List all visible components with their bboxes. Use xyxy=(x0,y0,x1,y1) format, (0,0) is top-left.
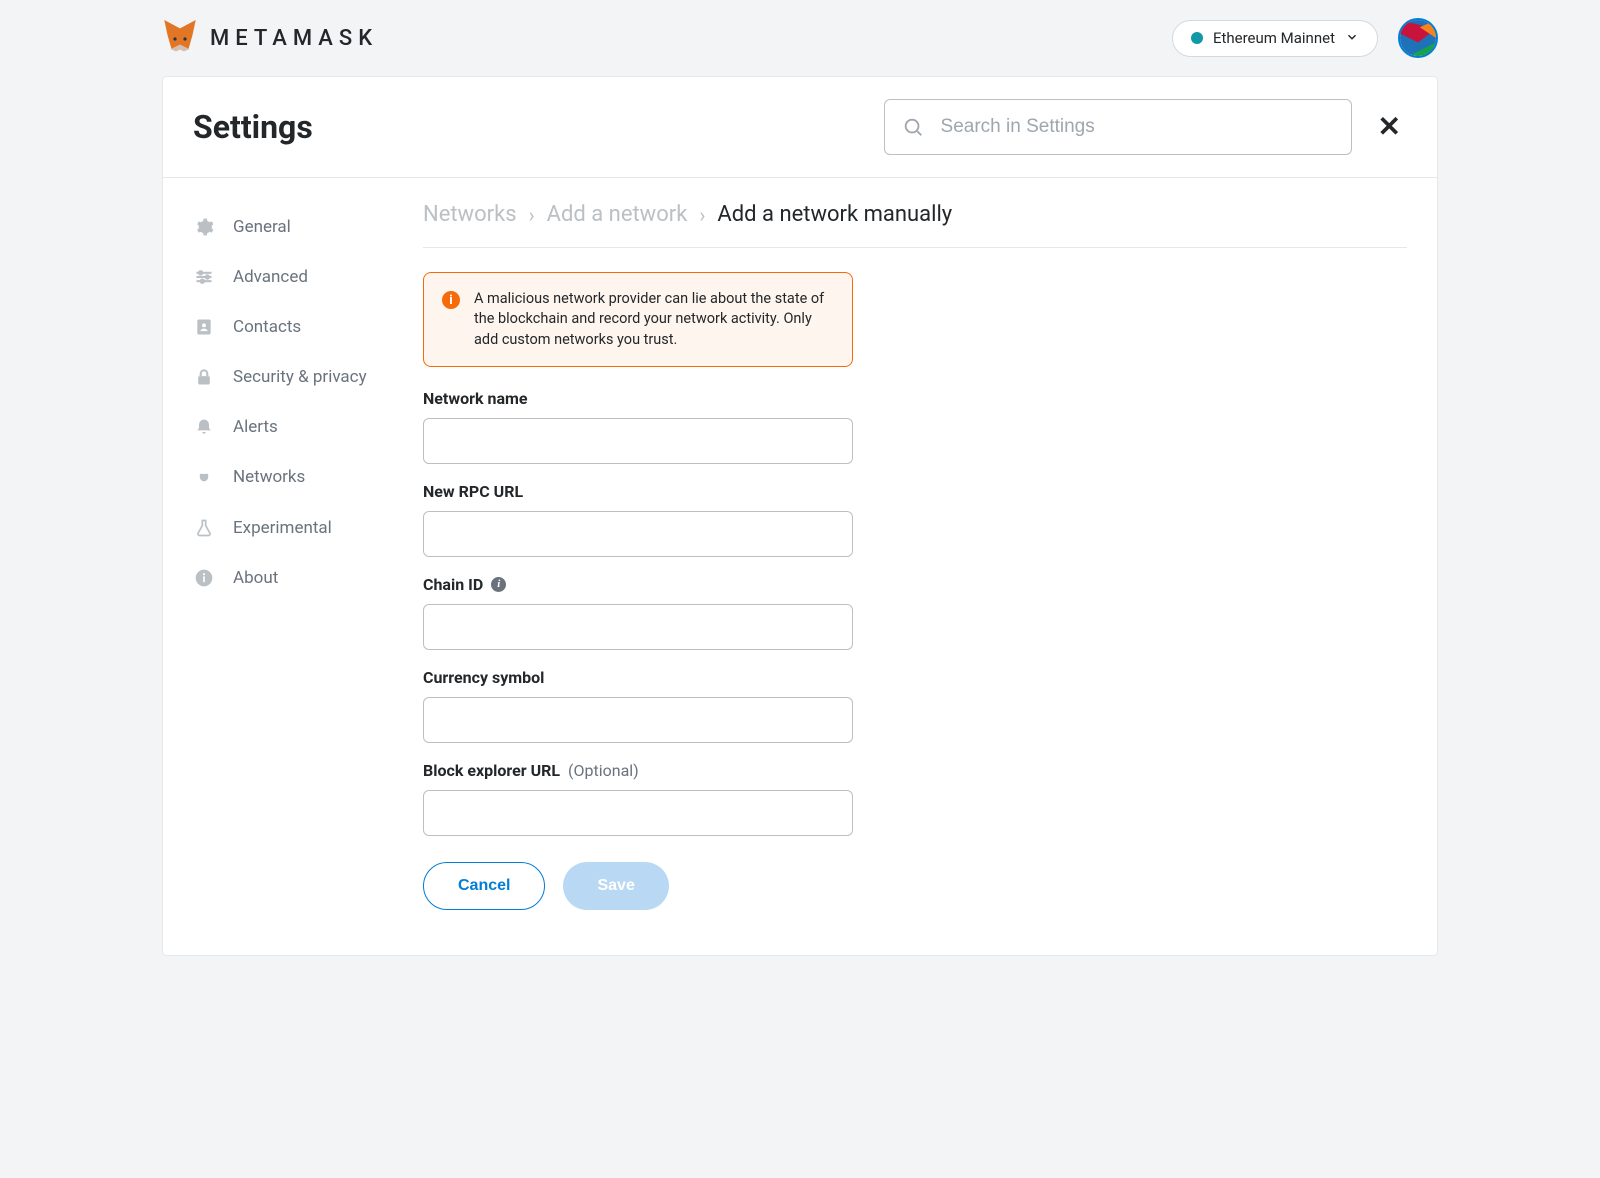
breadcrumb-link-add-network[interactable]: Add a network xyxy=(547,202,688,227)
network-selector[interactable]: Ethereum Mainnet xyxy=(1172,20,1378,57)
topbar: METAMASK Ethereum Mainnet xyxy=(162,10,1438,76)
page-title: Settings xyxy=(193,108,313,146)
network-label: Ethereum Mainnet xyxy=(1213,29,1335,47)
sidebar-item-contacts[interactable]: Contacts xyxy=(193,302,383,352)
network-status-dot-icon xyxy=(1191,32,1203,44)
field-currency-symbol: Currency symbol xyxy=(423,668,853,743)
warning-info-icon: i xyxy=(442,291,460,309)
brand-name: METAMASK xyxy=(210,26,378,51)
info-tooltip-icon[interactable]: i xyxy=(491,577,506,592)
sidebar-item-networks[interactable]: Networks xyxy=(193,452,383,502)
sidebar-item-label: Networks xyxy=(233,466,305,488)
close-icon: ✕ xyxy=(1378,110,1401,143)
warning-banner: i A malicious network provider can lie a… xyxy=(423,272,853,367)
flask-icon xyxy=(193,518,215,538)
sidebar-item-label: Advanced xyxy=(233,266,308,288)
sidebar-item-general[interactable]: General xyxy=(193,202,383,252)
add-network-form: Network name New RPC URL Chain ID i xyxy=(423,389,853,910)
field-optional-hint: (Optional) xyxy=(568,761,639,780)
cancel-button[interactable]: Cancel xyxy=(423,862,545,910)
settings-search xyxy=(884,99,1352,155)
sidebar-item-advanced[interactable]: Advanced xyxy=(193,252,383,302)
account-avatar[interactable] xyxy=(1398,18,1438,58)
breadcrumb-link-networks[interactable]: Networks xyxy=(423,202,517,227)
sidebar-item-label: Security & privacy xyxy=(233,366,367,388)
sliders-icon xyxy=(193,267,215,287)
brand: METAMASK xyxy=(162,19,378,57)
field-label: Currency symbol xyxy=(423,668,544,687)
field-label: New RPC URL xyxy=(423,482,523,501)
sidebar-item-label: About xyxy=(233,567,278,589)
sidebar-item-label: Experimental xyxy=(233,517,332,539)
chevron-down-icon xyxy=(1345,29,1359,48)
sidebar-item-experimental[interactable]: Experimental xyxy=(193,503,383,553)
form-actions: Cancel Save xyxy=(423,862,853,910)
gear-icon xyxy=(193,217,215,237)
network-name-input[interactable] xyxy=(423,418,853,464)
field-label: Chain ID xyxy=(423,575,483,594)
settings-panel-header: Settings ✕ xyxy=(163,77,1437,178)
rpc-url-input[interactable] xyxy=(423,511,853,557)
search-icon xyxy=(902,116,924,138)
plug-icon xyxy=(193,468,215,488)
sidebar-item-label: General xyxy=(233,216,291,238)
field-label: Block explorer URL xyxy=(423,761,560,780)
sidebar-item-security[interactable]: Security & privacy xyxy=(193,352,383,402)
sidebar-item-about[interactable]: About xyxy=(193,553,383,603)
settings-sidebar: General Advanced Contacts Security & pri… xyxy=(193,202,383,910)
bell-icon xyxy=(193,417,215,437)
info-icon xyxy=(193,568,215,588)
settings-panel: Settings ✕ General Advanced xyxy=(162,76,1438,956)
breadcrumb-current: Add a network manually xyxy=(717,202,952,227)
sidebar-item-label: Alerts xyxy=(233,416,278,438)
field-chain-id: Chain ID i xyxy=(423,575,853,650)
close-button[interactable]: ✕ xyxy=(1372,113,1407,141)
field-label: Network name xyxy=(423,389,528,408)
chevron-right-icon: › xyxy=(699,203,705,227)
settings-content: Networks › Add a network › Add a network… xyxy=(423,202,1407,910)
currency-symbol-input[interactable] xyxy=(423,697,853,743)
fox-logo-icon xyxy=(162,19,198,57)
lock-icon xyxy=(193,367,215,387)
save-button[interactable]: Save xyxy=(563,862,668,910)
field-explorer-url: Block explorer URL (Optional) xyxy=(423,761,853,836)
contact-icon xyxy=(193,317,215,337)
explorer-url-input[interactable] xyxy=(423,790,853,836)
search-input[interactable] xyxy=(884,99,1352,155)
breadcrumb: Networks › Add a network › Add a network… xyxy=(423,202,1407,248)
chain-id-input[interactable] xyxy=(423,604,853,650)
sidebar-item-label: Contacts xyxy=(233,316,301,338)
field-rpc-url: New RPC URL xyxy=(423,482,853,557)
field-network-name: Network name xyxy=(423,389,853,464)
chevron-right-icon: › xyxy=(529,203,535,227)
sidebar-item-alerts[interactable]: Alerts xyxy=(193,402,383,452)
warning-text: A malicious network provider can lie abo… xyxy=(474,289,834,350)
